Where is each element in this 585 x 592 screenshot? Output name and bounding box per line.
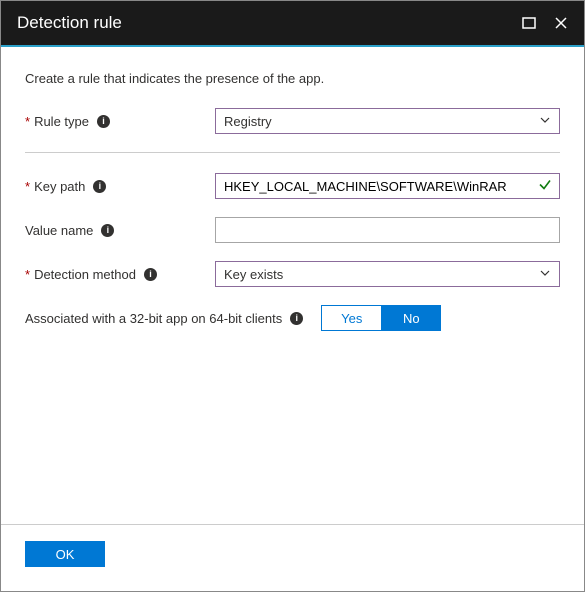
key-path-input[interactable] xyxy=(215,173,560,199)
checkmark-icon xyxy=(538,178,552,195)
label-text: Rule type xyxy=(34,114,89,129)
value-name-control xyxy=(215,217,560,243)
rule-type-row: * Rule type i Registry xyxy=(25,108,560,134)
detection-method-row: * Detection method i Key exists xyxy=(25,261,560,287)
chevron-down-icon xyxy=(539,267,551,282)
key-path-row: * Key path i xyxy=(25,173,560,199)
ok-button[interactable]: OK xyxy=(25,541,105,567)
divider xyxy=(25,152,560,153)
rule-type-control: Registry xyxy=(215,108,560,134)
detection-method-label: * Detection method i xyxy=(25,267,215,282)
toggle-no[interactable]: No xyxy=(381,305,441,331)
header-icons xyxy=(522,16,568,30)
toggle-yes[interactable]: Yes xyxy=(321,305,381,331)
value-name-input[interactable] xyxy=(215,217,560,243)
rule-type-label: * Rule type i xyxy=(25,114,215,129)
label-text: Value name xyxy=(25,223,93,238)
info-icon[interactable]: i xyxy=(93,180,106,193)
required-asterisk: * xyxy=(25,267,30,282)
dialog-header: Detection rule xyxy=(1,1,584,47)
info-icon[interactable]: i xyxy=(290,312,303,325)
value-name-row: Value name i xyxy=(25,217,560,243)
info-icon[interactable]: i xyxy=(97,115,110,128)
dialog-title: Detection rule xyxy=(17,13,522,33)
select-value: Key exists xyxy=(224,267,283,282)
detection-method-select[interactable]: Key exists xyxy=(215,261,560,287)
associated-label: Associated with a 32-bit app on 64-bit c… xyxy=(25,311,282,326)
detection-method-control: Key exists xyxy=(215,261,560,287)
key-path-label: * Key path i xyxy=(25,179,215,194)
maximize-icon[interactable] xyxy=(522,16,536,30)
rule-type-select[interactable]: Registry xyxy=(215,108,560,134)
required-asterisk: * xyxy=(25,179,30,194)
label-text: Detection method xyxy=(34,267,136,282)
label-text: Key path xyxy=(34,179,85,194)
dialog-content: Create a rule that indicates the presenc… xyxy=(1,47,584,524)
close-icon[interactable] xyxy=(554,16,568,30)
chevron-down-icon xyxy=(539,114,551,129)
key-path-control xyxy=(215,173,560,199)
description-text: Create a rule that indicates the presenc… xyxy=(25,71,560,86)
associated-row: Associated with a 32-bit app on 64-bit c… xyxy=(25,305,560,331)
select-value: Registry xyxy=(224,114,272,129)
info-icon[interactable]: i xyxy=(101,224,114,237)
required-asterisk: * xyxy=(25,114,30,129)
info-icon[interactable]: i xyxy=(144,268,157,281)
associated-toggle: Yes No xyxy=(321,305,441,331)
value-name-label: Value name i xyxy=(25,223,215,238)
dialog-footer: OK xyxy=(1,524,584,591)
